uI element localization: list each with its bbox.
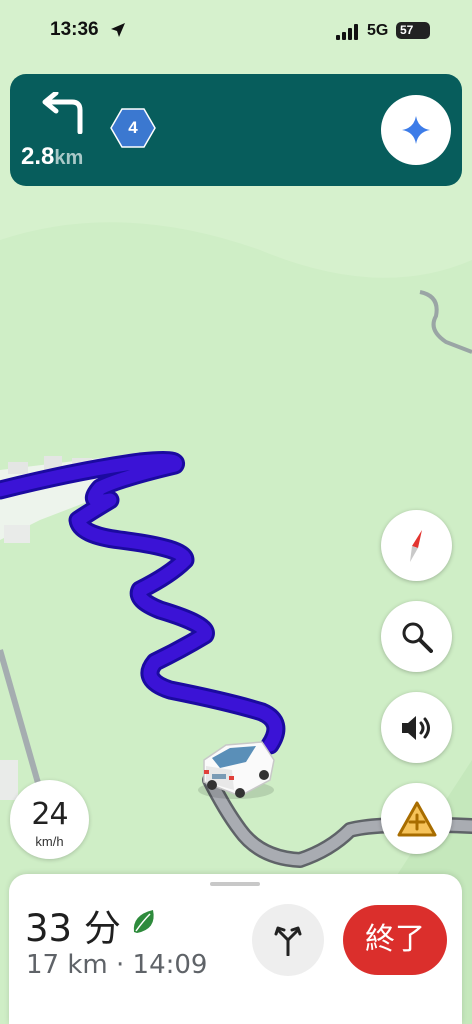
assistant-button[interactable] [381, 95, 451, 165]
speaker-icon [401, 715, 430, 740]
compass-icon [409, 529, 422, 562]
alternate-routes-icon [274, 926, 302, 956]
route-number: 4 [128, 118, 138, 137]
alternate-routes-button[interactable] [252, 904, 324, 976]
report-incident-icon [397, 801, 436, 836]
cellular-signal-icon [336, 24, 358, 40]
end-navigation-button[interactable]: 終了 [343, 905, 447, 975]
battery-level: 57 [400, 23, 414, 37]
clock: 13:36 [50, 19, 99, 40]
sparkle-icon [402, 116, 430, 144]
trip-summary-sheet[interactable]: 33 分 17 km · 14:09 終了 [9, 874, 462, 1024]
search-icon [402, 622, 433, 653]
navigation-banner[interactable]: 2.8km 4 [10, 74, 462, 186]
trip-distance-arrival: 17 km · 14:09 [26, 950, 208, 980]
compass-button[interactable] [381, 510, 452, 581]
battery-icon: 57 [396, 22, 430, 39]
network-type: 5G [367, 22, 389, 39]
trip-duration: 33 分 [25, 907, 121, 950]
sheet-drag-handle[interactable] [210, 882, 260, 886]
distance-unit: km [54, 147, 84, 169]
route-shield: 4 [110, 108, 156, 153]
eco-leaf-icon [133, 910, 154, 933]
speed-unit: km/h [35, 834, 64, 849]
turn-left-arrow-icon [42, 92, 83, 134]
sound-button[interactable] [381, 692, 452, 763]
distance-to-turn: 2.8km [21, 143, 83, 171]
report-incident-button[interactable] [381, 783, 452, 854]
status-bar: 13:36 5G 57 [0, 0, 472, 62]
speedometer: 24 km/h [10, 780, 89, 859]
search-button[interactable] [381, 601, 452, 672]
location-arrow-icon [111, 23, 125, 37]
speed-value: 24 [31, 797, 68, 832]
distance-value: 2.8 [21, 143, 55, 170]
